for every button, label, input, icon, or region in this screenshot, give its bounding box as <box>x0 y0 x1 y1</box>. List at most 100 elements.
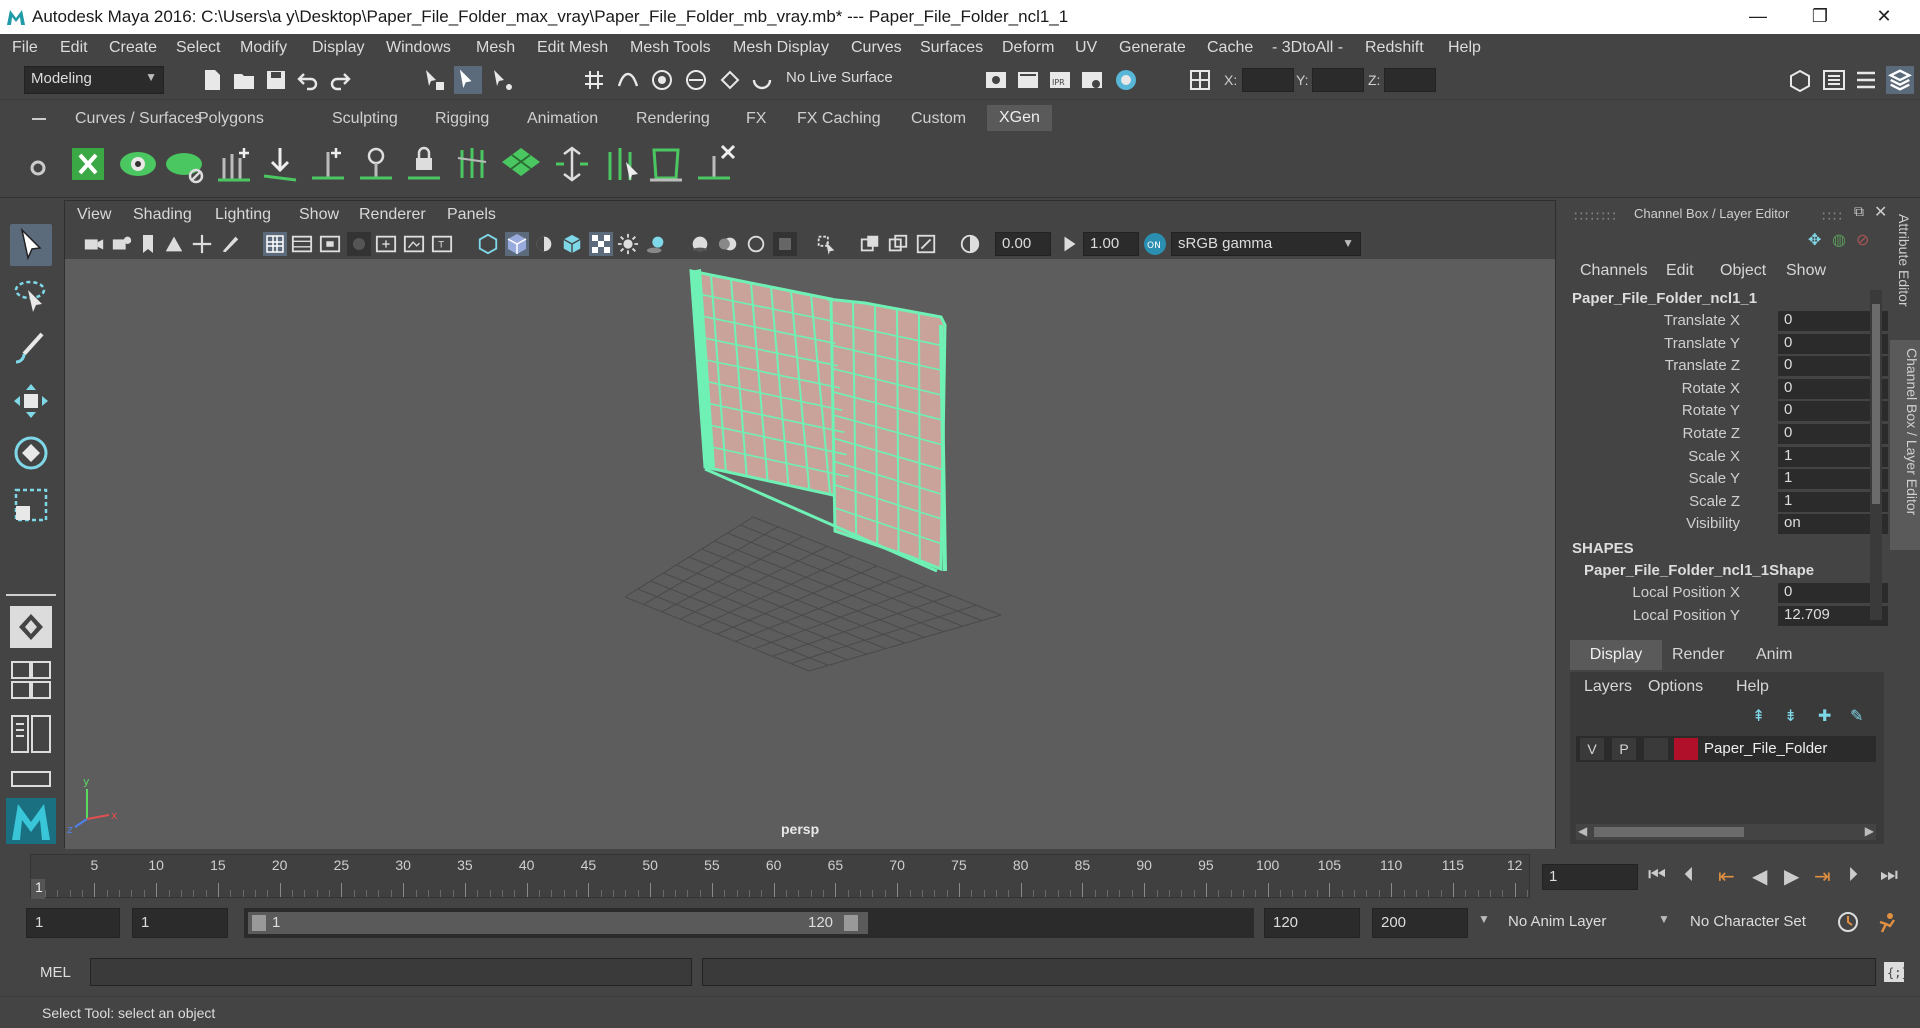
animation-end-field[interactable]: 200 <box>1372 908 1468 938</box>
move-layer-up-icon[interactable]: ⇞ <box>1752 706 1765 726</box>
snap-grid-icon[interactable] <box>582 68 606 92</box>
side-tab-attribute-editor[interactable]: Attribute Editor <box>1896 214 1912 307</box>
script-editor-icon[interactable]: {;} <box>1882 960 1909 984</box>
bookmark-icon[interactable] <box>139 233 157 255</box>
open-scene-icon[interactable] <box>232 68 256 92</box>
menu-edit-mesh[interactable]: Edit Mesh <box>537 39 608 57</box>
camera-attributes-icon[interactable] <box>111 233 133 255</box>
rotate-tool-icon[interactable] <box>10 432 52 474</box>
auto-keyframe-icon[interactable] <box>1836 910 1860 934</box>
menu-deform[interactable]: Deform <box>1002 39 1054 57</box>
menu-redshift[interactable]: Redshift <box>1365 39 1424 57</box>
layer-menu-help[interactable]: Help <box>1736 678 1769 696</box>
guide-density-icon[interactable] <box>646 144 686 184</box>
channel-attr-row[interactable]: Rotate Y0 <box>1568 400 1896 422</box>
range-end-handle[interactable] <box>844 915 858 931</box>
xray-joints-icon[interactable] <box>915 233 937 255</box>
cb-menu-channels[interactable]: Channels <box>1580 262 1648 280</box>
new-layer-selected-icon[interactable]: ✎ <box>1850 706 1863 726</box>
modeling-toolkit-icon[interactable] <box>1788 68 1812 93</box>
menu-mesh-tools[interactable]: Mesh Tools <box>630 39 711 57</box>
guide-length-icon[interactable] <box>552 144 592 184</box>
tab-xgen[interactable]: XGen <box>987 105 1052 131</box>
y-field[interactable] <box>1312 68 1364 92</box>
color-management-icon[interactable]: ON <box>1143 232 1167 256</box>
hypershade-icon[interactable] <box>1114 68 1138 92</box>
panel-grip-right-icon[interactable]: ∷∷ <box>1822 208 1844 225</box>
gamma-icon[interactable] <box>1059 233 1081 255</box>
tab-custom[interactable]: Custom <box>911 110 966 128</box>
xgen-clear-preview-icon[interactable] <box>164 146 206 186</box>
channel-attr-row[interactable]: Rotate X0 <box>1568 378 1896 400</box>
ipr-render-icon[interactable]: IPR <box>1048 68 1072 92</box>
menu-windows[interactable]: Windows <box>386 39 451 57</box>
layer-playback-toggle[interactable]: P <box>1612 738 1636 760</box>
menu-cache[interactable]: Cache <box>1207 39 1253 57</box>
multisample-aa-icon[interactable] <box>745 233 767 255</box>
step-back-key-icon[interactable]: ⇤ <box>1718 864 1735 889</box>
new-scene-icon[interactable] <box>200 68 224 92</box>
move-tool-icon[interactable] <box>10 380 52 422</box>
two-d-pan-zoom-icon[interactable] <box>191 233 213 255</box>
grease-pencil-icon[interactable] <box>219 233 241 255</box>
anim-layer-dropdown[interactable]: No Anim Layer <box>1500 908 1658 938</box>
gear-icon[interactable] <box>28 158 48 178</box>
menu-generate[interactable]: Generate <box>1119 39 1186 57</box>
safe-title-icon[interactable]: T <box>431 233 453 255</box>
time-slider-track[interactable]: 1 5 10 15 20 25 30 35 40 45 50 55 60 65 70 75 80 85 90 95 1… <box>30 854 1530 899</box>
layer-visibility-toggle[interactable]: V <box>1580 738 1604 760</box>
layer-row[interactable]: V P Paper_File_Folder <box>1576 736 1876 762</box>
paint-select-tool-icon[interactable] <box>10 328 52 370</box>
float-panel-icon[interactable]: ⧉ <box>1854 203 1864 220</box>
tab-polygons[interactable]: Polygons <box>198 110 264 128</box>
restore-button[interactable]: ❐ <box>1794 0 1846 34</box>
channel-attr-row[interactable]: Rotate Z0 <box>1568 423 1896 445</box>
animation-start-field[interactable]: 1 <box>26 908 120 938</box>
hyperbolic-icon[interactable]: ⊘ <box>1856 230 1869 250</box>
tab-sculpting[interactable]: Sculpting <box>332 110 398 128</box>
menu-modify[interactable]: Modify <box>240 39 287 57</box>
menu-create[interactable]: Create <box>109 39 157 57</box>
layer-color-swatch[interactable] <box>1674 738 1698 760</box>
vp-menu-show[interactable]: Show <box>299 206 339 224</box>
layer-scrollbar[interactable]: ◀ ▶ <box>1576 824 1876 840</box>
film-gate-icon[interactable] <box>291 233 313 255</box>
layer-tab-display[interactable]: Display <box>1570 640 1662 670</box>
go-to-start-icon[interactable]: ⏮ <box>1648 864 1666 887</box>
image-plane-icon[interactable] <box>163 233 185 255</box>
scroll-right-icon[interactable]: ▶ <box>1865 824 1874 838</box>
maya-home-icon[interactable] <box>6 798 56 844</box>
tool-settings-icon[interactable] <box>1854 68 1878 92</box>
use-all-lights-icon[interactable] <box>617 233 639 255</box>
layer-name[interactable]: Paper_File_Folder <box>1704 740 1827 757</box>
smooth-shade-icon[interactable] <box>505 232 529 256</box>
tab-fx[interactable]: FX <box>746 110 766 128</box>
character-set-dropdown[interactable]: No Character Set <box>1682 908 1822 938</box>
playback-start-field[interactable]: 1 <box>132 908 228 938</box>
menu-edit[interactable]: Edit <box>60 39 88 57</box>
viewport-3d-canvas[interactable]: y x z persp <box>65 259 1555 849</box>
channel-box-toggle-icon[interactable] <box>1886 66 1914 94</box>
make-live-icon[interactable] <box>750 68 774 92</box>
menuset-dropdown[interactable]: Modeling ▼ <box>24 66 164 94</box>
menu-surfaces[interactable]: Surfaces <box>920 39 983 57</box>
channel-attr-row[interactable]: Scale Z1 <box>1568 491 1896 513</box>
manipulator-icon[interactable]: ✥ <box>1808 230 1821 250</box>
menu-curves[interactable]: Curves <box>851 39 902 57</box>
range-slider-bar[interactable] <box>248 912 868 934</box>
command-input[interactable] <box>90 958 692 986</box>
exposure-field[interactable]: 0.00 <box>995 232 1051 256</box>
undo-icon[interactable] <box>296 68 320 92</box>
shadows-icon[interactable] <box>645 233 667 255</box>
shape-attr-row[interactable]: Local Position Y 12.709 <box>1568 605 1896 627</box>
new-layer-icon[interactable]: ✚ <box>1818 706 1831 726</box>
tab-rendering[interactable]: Rendering <box>636 110 710 128</box>
vp-menu-lighting[interactable]: Lighting <box>215 206 271 224</box>
z-field[interactable] <box>1384 68 1436 92</box>
render-settings-icon[interactable] <box>984 68 1008 92</box>
channel-attr-row[interactable]: Translate X0 <box>1568 310 1896 332</box>
paper-file-folder-mesh[interactable] <box>689 269 947 573</box>
delete-guides-icon[interactable] <box>694 142 738 184</box>
guides-to-curves-icon[interactable] <box>452 144 492 184</box>
add-guide-icon[interactable] <box>214 144 254 184</box>
